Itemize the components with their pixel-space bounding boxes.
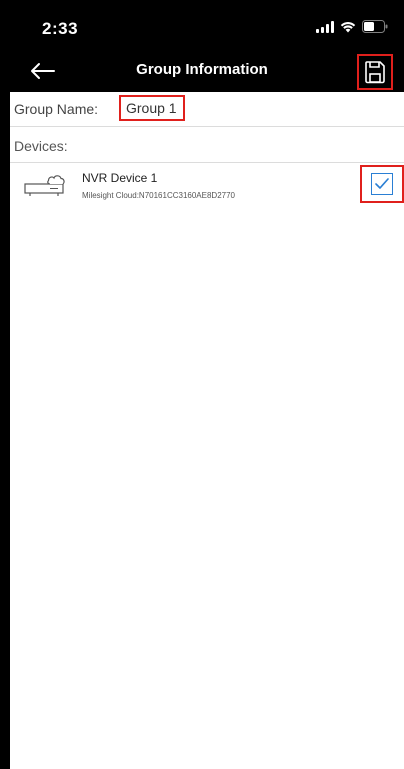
device-cloud-id: Milesight Cloud:N70161CC3160AE8D2770 (82, 191, 235, 200)
battery-icon (362, 20, 388, 33)
device-name: NVR Device 1 (82, 171, 158, 185)
group-name-label: Group Name: (14, 101, 99, 117)
save-button[interactable] (357, 54, 393, 90)
navigation-bar: Group Information (0, 50, 404, 92)
checkmark-icon (375, 178, 389, 189)
device-list-item[interactable]: NVR Device 1 Milesight Cloud:N70161CC316… (10, 163, 404, 207)
group-name-row: Group Name: (10, 92, 404, 127)
checkbox-box (371, 173, 393, 195)
status-bar: 2:33 (0, 0, 404, 50)
status-icons (316, 20, 388, 33)
floppy-disk-icon (365, 61, 385, 84)
wifi-icon (340, 21, 356, 33)
group-name-input[interactable] (119, 95, 185, 121)
devices-header: Devices: (10, 127, 404, 163)
page-title: Group Information (136, 61, 268, 78)
phone-screen: 2:33 Group Information Group Name: Group… (0, 0, 404, 769)
nvr-device-icon (24, 173, 70, 202)
content-area: Group Name: Devices: NVR Device 1 Milesi… (10, 92, 404, 769)
devices-label: Devices: (14, 138, 68, 154)
signal-bars-icon (316, 20, 334, 33)
device-select-checkbox[interactable] (360, 165, 404, 203)
status-time: 2:33 (42, 19, 79, 38)
